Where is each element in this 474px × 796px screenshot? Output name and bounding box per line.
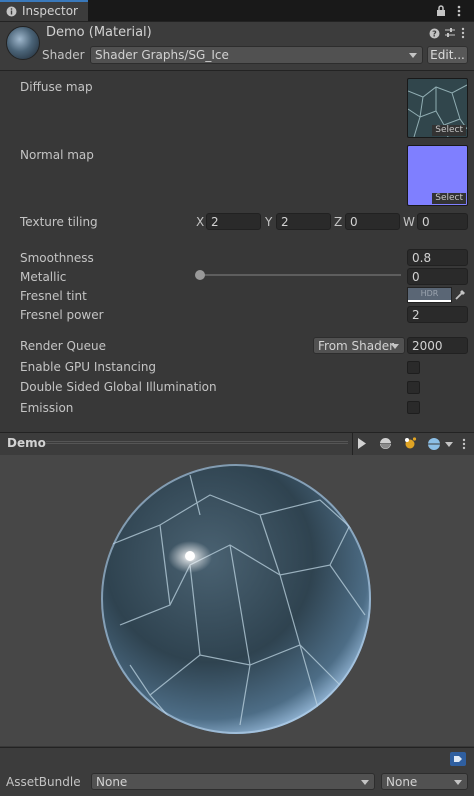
edit-shader-button[interactable]: Edit... bbox=[427, 46, 468, 64]
shader-value: Shader Graphs/SG_Ice bbox=[95, 48, 229, 62]
ice-sphere-preview bbox=[101, 464, 371, 734]
chevron-down-icon bbox=[361, 780, 369, 785]
lock-icon[interactable] bbox=[436, 5, 446, 17]
smoothness-field[interactable]: 0.8 bbox=[407, 249, 468, 266]
render-queue-field[interactable]: 2000 bbox=[407, 337, 468, 354]
material-preview[interactable] bbox=[0, 455, 474, 746]
double-sided-gi-checkbox[interactable] bbox=[407, 381, 420, 394]
material-title: Demo (Material) bbox=[46, 25, 152, 40]
tiling-x-label: X bbox=[196, 215, 205, 229]
tab-label: Inspector bbox=[22, 4, 78, 18]
fresnel-power-field[interactable]: 2 bbox=[407, 306, 468, 323]
menu-dots-icon[interactable] bbox=[457, 5, 461, 17]
sphere-mesh-icon[interactable] bbox=[379, 437, 392, 450]
tiling-y-field[interactable]: 2 bbox=[276, 213, 331, 230]
metallic-field[interactable]: 0 bbox=[407, 268, 468, 285]
assetbundle-variant-dropdown[interactable]: None bbox=[381, 773, 468, 790]
help-icon[interactable]: ? bbox=[429, 28, 440, 39]
toolbar-divider bbox=[352, 433, 353, 455]
light-icon[interactable] bbox=[402, 436, 418, 451]
render-queue-label: Render Queue bbox=[20, 339, 106, 353]
svg-text:?: ? bbox=[432, 30, 437, 39]
tiling-w-field[interactable]: 0 bbox=[417, 213, 468, 230]
fresnel-power-label: Fresnel power bbox=[20, 308, 104, 322]
preview-title: Demo bbox=[7, 436, 46, 450]
render-queue-mode: From Shader bbox=[318, 339, 395, 353]
chevron-down-icon bbox=[391, 344, 399, 349]
normal-map-slot[interactable]: Select bbox=[407, 145, 468, 206]
play-icon[interactable] bbox=[357, 438, 367, 449]
assetbundle-bar: AssetBundle None None bbox=[0, 747, 474, 796]
assetbundle-name-value: None bbox=[96, 775, 128, 789]
gpu-instancing-label: Enable GPU Instancing bbox=[20, 360, 157, 374]
tab-bar: Inspector bbox=[0, 0, 474, 22]
tab-inspector[interactable]: Inspector bbox=[0, 0, 88, 21]
material-header: Demo (Material) ? Shader Shader Graphs/S… bbox=[0, 22, 474, 71]
tiling-z-field[interactable]: 0 bbox=[345, 213, 400, 230]
chevron-down-icon[interactable] bbox=[445, 442, 453, 447]
assetbundle-name-dropdown[interactable]: None bbox=[91, 773, 375, 790]
info-icon bbox=[6, 6, 17, 17]
preset-icon[interactable] bbox=[444, 27, 456, 39]
emission-label: Emission bbox=[20, 401, 74, 415]
texture-tiling-label: Texture tiling bbox=[20, 215, 98, 229]
metallic-slider-track[interactable] bbox=[200, 274, 401, 276]
preview-menu-icon[interactable] bbox=[462, 438, 466, 450]
double-sided-gi-label: Double Sided Global Illumination bbox=[20, 380, 217, 394]
tiling-z-label: Z bbox=[334, 215, 343, 229]
material-thumbnail bbox=[6, 26, 40, 60]
render-queue-dropdown[interactable]: From Shader bbox=[313, 337, 405, 354]
diffuse-map-label: Diffuse map bbox=[20, 80, 93, 94]
preview-drag-handle[interactable] bbox=[46, 441, 348, 444]
tiling-x-field[interactable]: 2 bbox=[206, 213, 261, 230]
chevron-down-icon bbox=[454, 780, 462, 785]
fresnel-tint-swatch[interactable]: HDR bbox=[407, 287, 452, 303]
fresnel-tint-label: Fresnel tint bbox=[20, 289, 87, 303]
tiling-w-label: W bbox=[403, 215, 415, 229]
tiling-y-label: Y bbox=[265, 215, 273, 229]
smoothness-label: Smoothness bbox=[20, 251, 94, 265]
gpu-instancing-checkbox[interactable] bbox=[407, 361, 420, 374]
emission-checkbox[interactable] bbox=[407, 401, 420, 414]
label-tag-icon[interactable] bbox=[450, 752, 466, 766]
chevron-down-icon bbox=[409, 53, 417, 58]
normal-select-label[interactable]: Select bbox=[432, 193, 466, 204]
shader-label: Shader bbox=[42, 48, 85, 62]
assetbundle-variant-value: None bbox=[386, 775, 418, 789]
metallic-label: Metallic bbox=[20, 270, 67, 284]
metallic-slider-handle[interactable] bbox=[195, 270, 205, 280]
preview-toolbar: Demo bbox=[0, 432, 474, 456]
diffuse-map-slot[interactable]: Select bbox=[407, 78, 468, 138]
hdr-badge: HDR bbox=[408, 288, 451, 300]
assetbundle-label: AssetBundle bbox=[6, 775, 81, 789]
normal-map-label: Normal map bbox=[20, 148, 94, 162]
diffuse-select-label[interactable]: Select bbox=[432, 125, 466, 136]
shader-dropdown[interactable]: Shader Graphs/SG_Ice bbox=[90, 46, 423, 64]
settings-dots-icon[interactable] bbox=[461, 27, 465, 39]
eyedropper-icon[interactable] bbox=[454, 288, 467, 301]
skybox-icon[interactable] bbox=[427, 437, 441, 451]
